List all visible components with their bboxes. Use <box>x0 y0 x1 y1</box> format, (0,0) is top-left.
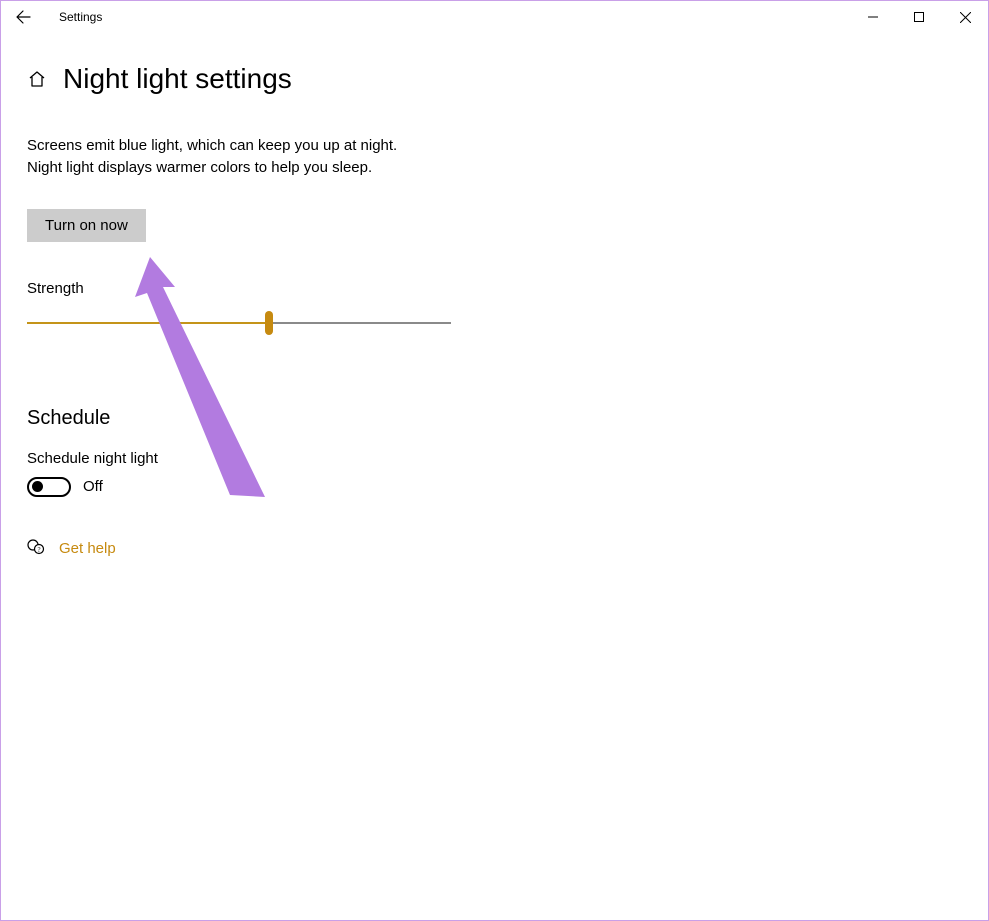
content-area: Night light settings Screens emit blue l… <box>1 33 988 560</box>
schedule-toggle-state: Off <box>83 478 103 495</box>
maximize-button[interactable] <box>896 1 942 33</box>
description-text: Screens emit blue light, which can keep … <box>27 135 988 179</box>
strength-slider[interactable] <box>27 315 451 331</box>
minimize-icon <box>868 12 878 22</box>
close-button[interactable] <box>942 1 988 33</box>
close-icon <box>960 12 971 23</box>
back-arrow-icon <box>15 9 31 25</box>
slider-track-filled <box>27 322 269 324</box>
back-button[interactable] <box>1 1 45 33</box>
svg-text:?: ? <box>37 546 40 554</box>
description-line1: Screens emit blue light, which can keep … <box>27 137 397 154</box>
slider-thumb[interactable] <box>265 311 273 335</box>
schedule-toggle[interactable] <box>27 477 71 497</box>
toggle-knob <box>32 481 43 492</box>
turn-on-now-button[interactable]: Turn on now <box>27 209 146 242</box>
schedule-heading: Schedule <box>27 407 988 430</box>
strength-section: Strength <box>27 280 988 331</box>
page-title: Night light settings <box>63 63 292 95</box>
titlebar: Settings <box>1 1 988 33</box>
schedule-toggle-row: Off <box>27 477 988 497</box>
get-help-link[interactable]: Get help <box>59 540 116 557</box>
home-icon[interactable] <box>27 69 47 89</box>
help-icon: ? <box>27 537 45 560</box>
minimize-button[interactable] <box>850 1 896 33</box>
maximize-icon <box>914 12 924 22</box>
slider-track-empty <box>269 322 451 324</box>
page-header: Night light settings <box>27 63 988 95</box>
app-title: Settings <box>59 10 102 24</box>
description-line2: Night light displays warmer colors to he… <box>27 159 372 176</box>
help-row: ? Get help <box>27 537 988 560</box>
window-controls <box>850 1 988 33</box>
schedule-toggle-label: Schedule night light <box>27 450 988 467</box>
strength-label: Strength <box>27 280 988 297</box>
